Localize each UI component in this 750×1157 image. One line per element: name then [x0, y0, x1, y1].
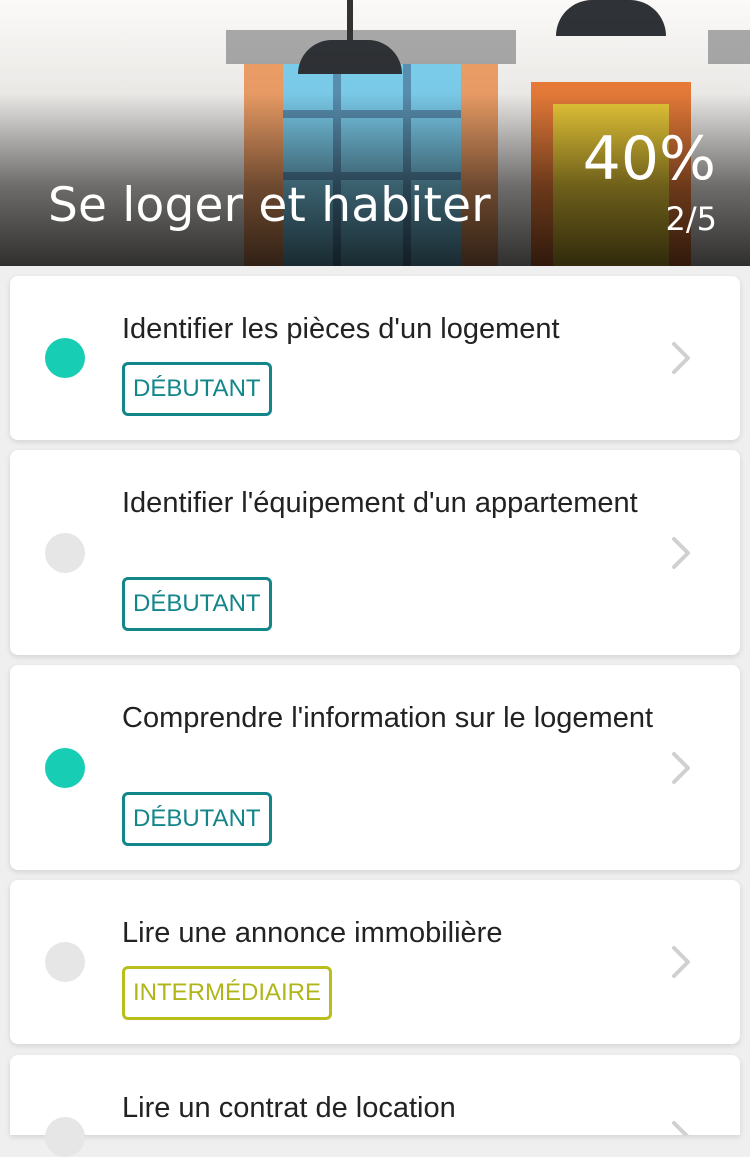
completed-indicator: [45, 338, 85, 378]
pending-indicator: [45, 942, 85, 982]
lesson-title: Identifier l'équipement d'un appartement: [122, 487, 638, 519]
level-badge: DÉBUTANT: [122, 362, 272, 416]
lesson-card[interactable]: Comprendre l'information sur le logement…: [10, 665, 740, 870]
lesson-title: Identifier les pièces d'un logement: [122, 313, 560, 345]
level-badge: DÉBUTANT: [122, 792, 272, 846]
lesson-card[interactable]: Lire une annonce immobilière INTERMÉDIAI…: [10, 880, 740, 1044]
lesson-card[interactable]: Identifier l'équipement d'un appartement…: [10, 450, 740, 655]
lesson-card[interactable]: Lire un contrat de location: [10, 1055, 740, 1157]
pending-indicator: [45, 1117, 85, 1157]
chevron-right-icon: [660, 533, 700, 573]
lesson-title: Lire un contrat de location: [122, 1092, 456, 1124]
lesson-title: Lire une annonce immobilière: [122, 917, 503, 949]
pending-indicator: [45, 533, 85, 573]
module-title: Se loger et habiter: [48, 178, 491, 233]
chevron-right-icon: [660, 1117, 700, 1135]
progress-count: 2/5: [665, 200, 718, 238]
module-header: Se loger et habiter 40% 2/5: [0, 0, 750, 266]
level-badge: INTERMÉDIAIRE: [122, 966, 333, 1020]
chevron-right-icon: [660, 942, 700, 982]
lesson-card[interactable]: Identifier les pièces d'un logement DÉBU…: [10, 276, 740, 440]
chevron-right-icon: [660, 338, 700, 378]
level-badge: DÉBUTANT: [122, 577, 272, 631]
chevron-right-icon: [660, 748, 700, 788]
completed-indicator: [45, 748, 85, 788]
progress-percent: 40%: [582, 124, 716, 194]
lesson-title: Comprendre l'information sur le logement: [122, 702, 654, 734]
